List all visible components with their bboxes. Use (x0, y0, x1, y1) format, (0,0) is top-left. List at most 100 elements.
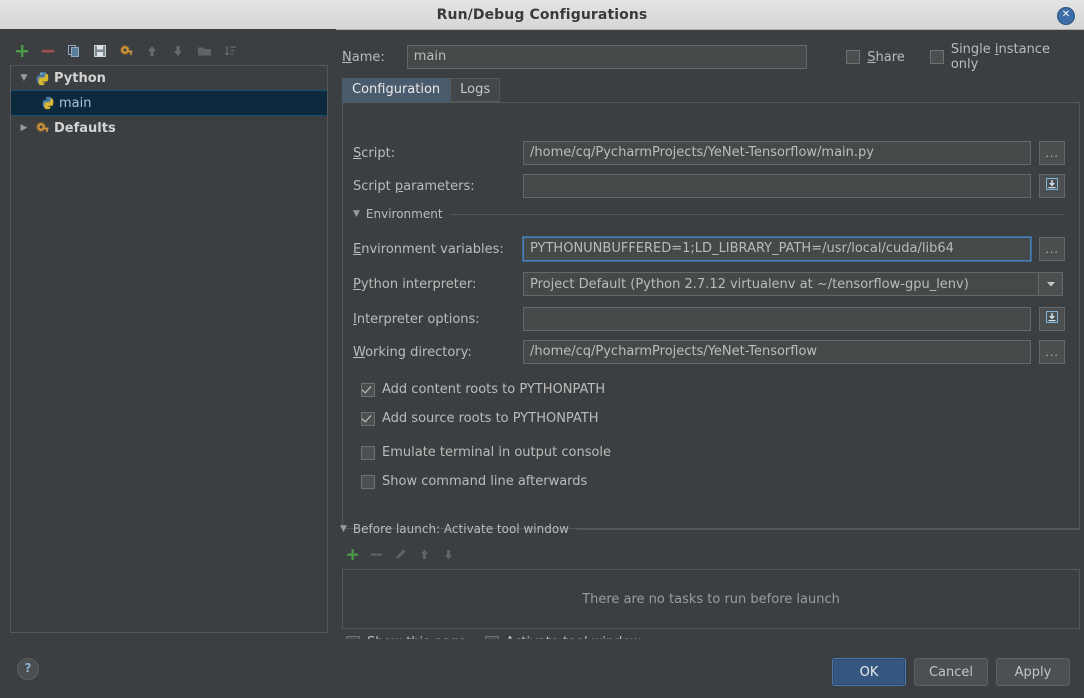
editor-tabs: Configuration Logs (342, 78, 501, 102)
ellipsis-icon: ... (1045, 146, 1059, 160)
working-directory-browse-button[interactable]: ... (1039, 340, 1065, 364)
dialog-footer: ? OK Cancel Apply (0, 639, 1084, 698)
script-input[interactable] (523, 141, 1032, 165)
chevron-down-icon[interactable]: ▼ (353, 209, 360, 219)
script-parameters-label: Script parameters: (353, 178, 475, 194)
name-label: Name: (342, 49, 385, 65)
add-content-roots-checkbox-box[interactable] (361, 382, 375, 397)
tab-configuration[interactable]: Configuration (342, 78, 451, 102)
script-parameters-input[interactable] (523, 174, 1032, 198)
working-directory-row: Working directory: ... (353, 340, 1065, 364)
configurations-tree[interactable]: ▼ Python main ▶ Defaults (10, 65, 328, 633)
add-content-roots-checkbox[interactable]: Add content roots to PYTHONPATH (361, 382, 605, 397)
python-interpreter-combobox[interactable]: Project Default (Python 2.7.12 virtualen… (523, 272, 1063, 296)
environment-variables-browse-button[interactable]: ... (1039, 237, 1065, 261)
section-divider (450, 213, 1065, 215)
script-label: Script: (353, 145, 396, 161)
tree-node-label: Defaults (54, 120, 116, 136)
add-configuration-icon[interactable] (10, 40, 34, 62)
before-launch-header[interactable]: ▼ Before launch: Activate tool window (340, 522, 1080, 536)
before-launch-tasks-list[interactable]: There are no tasks to run before launch (342, 569, 1080, 629)
before-launch-label: Before launch: Activate tool window (352, 522, 569, 536)
python-interpreter-label: Python interpreter: (353, 276, 477, 292)
window-titlebar: Run/Debug Configurations ✕ (0, 0, 1084, 30)
chevron-right-icon[interactable]: ▶ (17, 123, 31, 133)
configuration-editor-panel: Name: Share Single instance only Configu… (336, 29, 1084, 650)
tab-logs[interactable]: Logs (450, 78, 501, 102)
show-command-line-checkbox-box[interactable] (361, 474, 375, 489)
help-icon[interactable]: ? (17, 658, 39, 680)
python-interpreter-value[interactable]: Project Default (Python 2.7.12 virtualen… (523, 272, 1039, 296)
working-directory-label: Working directory: (353, 344, 472, 360)
cancel-button[interactable]: Cancel (914, 658, 988, 686)
environment-variables-input[interactable] (523, 237, 1032, 261)
tree-node-python[interactable]: ▼ Python (11, 66, 327, 90)
move-task-up-icon (416, 546, 432, 562)
share-label: Share (867, 49, 905, 65)
script-browse-button[interactable]: ... (1039, 141, 1065, 165)
tree-node-label: Python (54, 70, 106, 86)
window-title: Run/Debug Configurations (436, 6, 648, 23)
edit-defaults-icon[interactable] (114, 40, 138, 62)
interpreter-options-input[interactable] (523, 307, 1032, 331)
add-source-roots-checkbox[interactable]: Add source roots to PYTHONPATH (361, 411, 599, 426)
chevron-down-icon[interactable]: ▼ (340, 524, 347, 534)
environment-section-header[interactable]: ▼ Environment (353, 207, 1065, 221)
dialog-buttons: OK Cancel Apply (832, 658, 1070, 686)
expand-editor-icon (1045, 310, 1059, 328)
single-instance-label: Single instance only (950, 42, 1051, 72)
single-instance-checkbox-box[interactable] (929, 50, 944, 64)
interpreter-options-label: Interpreter options: (353, 311, 480, 327)
add-content-roots-label: Add content roots to PYTHONPATH (382, 382, 606, 397)
ok-button[interactable]: OK (832, 658, 906, 686)
edit-task-icon (392, 546, 408, 562)
chevron-down-icon[interactable] (1039, 272, 1063, 296)
tree-node-main[interactable]: main (11, 90, 327, 116)
tree-node-defaults[interactable]: ▶ Defaults (11, 116, 327, 140)
environment-variables-row: Environment variables: ... (353, 237, 1065, 261)
show-command-line-checkbox[interactable]: Show command line afterwards (361, 474, 587, 489)
emulate-terminal-checkbox[interactable]: Emulate terminal in output console (361, 445, 611, 460)
script-parameters-row: Script parameters: (353, 174, 1065, 198)
interpreter-options-expand-button[interactable] (1039, 307, 1065, 331)
script-row: Script: ... (353, 141, 1065, 165)
folder-icon (192, 40, 216, 62)
defaults-icon (35, 121, 50, 136)
chevron-down-icon[interactable]: ▼ (17, 73, 31, 83)
apply-button[interactable]: Apply (996, 658, 1070, 686)
add-source-roots-checkbox-box[interactable] (361, 411, 375, 426)
close-icon[interactable]: ✕ (1057, 7, 1075, 25)
share-checkbox[interactable]: Share (846, 50, 905, 65)
configurations-sidebar: ▼ Python main ▶ Defaults (0, 29, 336, 639)
python-icon (35, 71, 50, 86)
sort-icon (218, 40, 242, 62)
interpreter-options-row: Interpreter options: (353, 307, 1065, 331)
working-directory-input[interactable] (523, 340, 1032, 364)
environment-section-label: Environment (365, 207, 443, 221)
emulate-terminal-checkbox-box[interactable] (361, 445, 375, 460)
remove-task-icon (368, 546, 384, 562)
name-input[interactable] (406, 45, 808, 69)
name-row: Name: Share Single instance only (342, 42, 1078, 72)
copy-configuration-icon[interactable] (62, 40, 86, 62)
save-configuration-icon[interactable] (88, 40, 112, 62)
section-divider (577, 528, 1080, 530)
move-task-down-icon (440, 546, 456, 562)
add-task-icon[interactable] (344, 546, 360, 562)
expand-editor-icon (1045, 177, 1059, 195)
ellipsis-icon: ... (1045, 345, 1059, 359)
configurations-toolbar (10, 39, 330, 63)
ellipsis-icon: ... (1045, 242, 1059, 256)
empty-tasks-message: There are no tasks to run before launch (582, 591, 840, 607)
move-up-icon (140, 40, 164, 62)
emulate-terminal-label: Emulate terminal in output console (382, 445, 612, 460)
share-checkbox-box[interactable] (846, 50, 861, 64)
script-parameters-expand-button[interactable] (1039, 174, 1065, 198)
add-source-roots-label: Add source roots to PYTHONPATH (382, 411, 599, 426)
python-icon (41, 96, 55, 110)
remove-configuration-icon[interactable] (36, 40, 60, 62)
environment-variables-label: Environment variables: (353, 241, 504, 257)
tree-node-label: main (59, 95, 92, 111)
single-instance-checkbox[interactable]: Single instance only (929, 42, 1078, 72)
python-interpreter-row: Python interpreter: Project Default (Pyt… (353, 272, 1065, 296)
